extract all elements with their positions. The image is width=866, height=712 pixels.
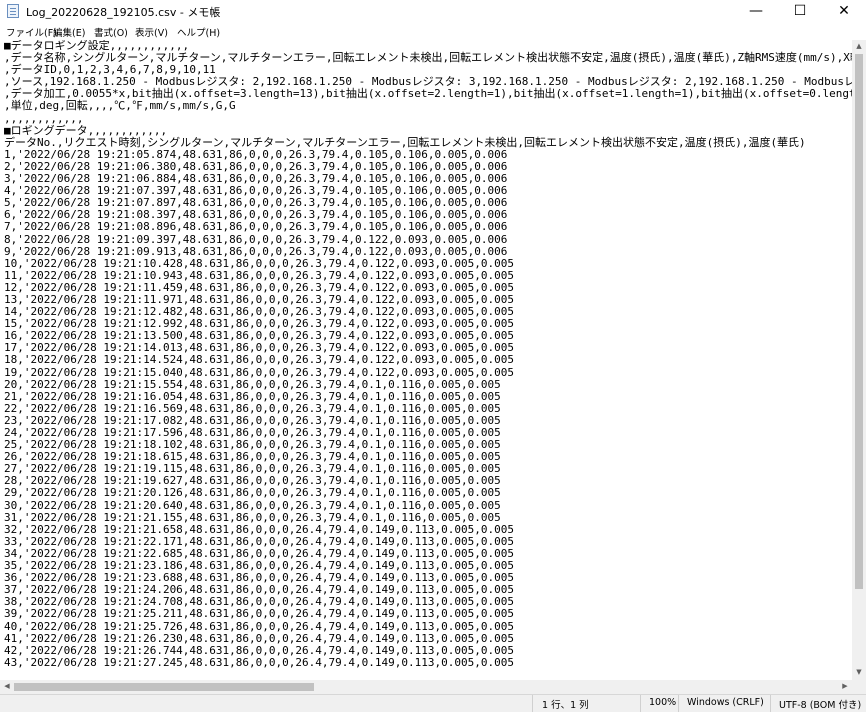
text-line: 30,'2022/06/28 19:21:20.640,48.631,86,0,… xyxy=(4,498,501,512)
status-separator xyxy=(640,695,641,712)
vertical-scroll-thumb[interactable] xyxy=(855,54,863,589)
text-line: 7,'2022/06/28 19:21:08.896,48.631,86,0,0… xyxy=(4,220,508,234)
cursor-position: 1 行、1 列 xyxy=(542,700,589,711)
horizontal-scroll-thumb[interactable] xyxy=(14,683,314,691)
minimize-button[interactable]: — xyxy=(734,0,778,22)
scroll-right-icon[interactable]: ▶ xyxy=(838,682,852,690)
window-title: Log_20220628_192105.csv - メモ帳 xyxy=(26,6,221,19)
menu-edit[interactable]: 編集(E) xyxy=(53,25,85,39)
text-line: 19,'2022/06/28 19:21:15.040,48.631,86,0,… xyxy=(4,365,514,379)
title-bar[interactable]: Log_20220628_192105.csv - メモ帳 — ☐ ✕ xyxy=(0,0,866,22)
text-line: 8,'2022/06/28 19:21:09.397,48.631,86,0,0… xyxy=(4,232,508,246)
text-line: 43,'2022/06/28 19:21:27.245,48.631,86,0,… xyxy=(4,655,514,669)
menu-bar: ファイル(F) 編集(E) 書式(O) 表示(V) ヘルプ(H) xyxy=(0,22,866,41)
status-separator xyxy=(678,695,679,712)
menu-format[interactable]: 書式(O) xyxy=(94,25,128,39)
scroll-up-icon[interactable]: ▲ xyxy=(852,42,866,50)
status-separator xyxy=(770,695,771,712)
menu-view[interactable]: 表示(V) xyxy=(135,25,168,39)
status-separator xyxy=(532,695,533,712)
menu-file[interactable]: ファイル(F) xyxy=(6,25,57,39)
text-content: ■データロギング設定,,,,,,,,,,,, ,データ名称,シングルターン,マルチ… xyxy=(4,40,852,669)
text-line: 42,'2022/06/28 19:21:26.744,48.631,86,0,… xyxy=(4,643,514,657)
menu-help[interactable]: ヘルプ(H) xyxy=(177,25,220,39)
text-line: ,,,,,,,,,,,, xyxy=(4,111,84,125)
text-line: 29,'2022/06/28 19:21:20.126,48.631,86,0,… xyxy=(4,486,501,500)
scrollbar-corner xyxy=(852,680,866,694)
text-line: ,単位,deg,回転,,,,℃,℉,mm/s,mm/s,G,G xyxy=(4,99,236,113)
text-line: 10,'2022/06/28 19:21:10.428,48.631,86,0,… xyxy=(4,256,514,270)
horizontal-scrollbar[interactable]: ◀ ▶ xyxy=(0,680,852,694)
notepad-icon xyxy=(7,4,19,18)
text-line: 40,'2022/06/28 19:21:25.726,48.631,86,0,… xyxy=(4,619,514,633)
vertical-scrollbar[interactable]: ▲ ▼ xyxy=(852,40,866,680)
zoom-level: 100% xyxy=(649,697,677,708)
close-button[interactable]: ✕ xyxy=(822,0,866,22)
text-line: 20,'2022/06/28 19:21:15.554,48.631,86,0,… xyxy=(4,377,501,391)
text-line: 18,'2022/06/28 19:21:14.524,48.631,86,0,… xyxy=(4,353,514,367)
text-line: 39,'2022/06/28 19:21:25.211,48.631,86,0,… xyxy=(4,607,514,621)
line-ending: Windows (CRLF) xyxy=(687,697,764,708)
text-line: 21,'2022/06/28 19:21:16.054,48.631,86,0,… xyxy=(4,389,501,403)
text-line: ■ロギングデータ,,,,,,,,,,,, xyxy=(4,123,168,137)
text-line: 9,'2022/06/28 19:21:09.913,48.631,86,0,0… xyxy=(4,244,508,258)
scroll-left-icon[interactable]: ◀ xyxy=(0,682,14,690)
maximize-button[interactable]: ☐ xyxy=(778,0,822,22)
status-bar: 1 行、1 列 100% Windows (CRLF) UTF-8 (BOM 付… xyxy=(0,694,866,712)
text-line: 31,'2022/06/28 19:21:21.155,48.631,86,0,… xyxy=(4,510,501,524)
text-editor[interactable]: ■データロギング設定,,,,,,,,,,,, ,データ名称,シングルターン,マルチ… xyxy=(0,40,852,680)
scroll-down-icon[interactable]: ▼ xyxy=(852,668,866,676)
text-line: 41,'2022/06/28 19:21:26.230,48.631,86,0,… xyxy=(4,631,514,645)
encoding: UTF-8 (BOM 付き) xyxy=(779,700,862,711)
